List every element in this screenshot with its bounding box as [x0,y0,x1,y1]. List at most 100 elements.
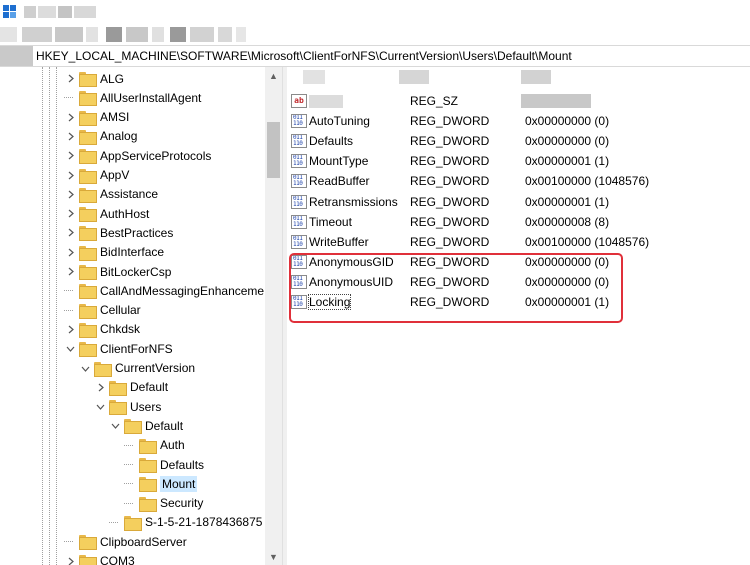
value-name: Defaults [309,134,354,149]
tree-item[interactable]: Default [109,416,183,435]
value-row[interactable]: 011 110 Locking REG_DWORD 0x00000001 (1) [287,292,750,312]
value-row[interactable]: 011 110 AutoTuning REG_DWORD 0x00000000 (0) [287,111,750,131]
tree-item[interactable]: Chkdsk [64,320,140,339]
tree-item[interactable]: AppV [64,166,129,185]
blurred-menu-item[interactable] [190,27,214,42]
blurred-menu-item[interactable] [106,27,122,42]
blurred-menu-item[interactable] [86,27,98,42]
chevron-right-icon[interactable] [94,381,106,393]
tree-item-label: CallAndMessagingEnhanceme [100,283,265,298]
value-row[interactable]: 011 110 Timeout REG_DWORD 0x00000008 (8) [287,212,750,232]
tree-item[interactable]: Security [124,494,203,513]
values-list[interactable]: ab REG_SZ 011 110 AutoTuning REG_DWORD 0x00000… [287,67,750,565]
value-row[interactable]: 011 110 WriteBuffer REG_DWORD 0x00100000 (10… [287,232,750,252]
value-type: REG_DWORD [410,114,490,129]
tree-item[interactable]: Mount [124,474,198,493]
tree-item-label: BitLockerCsp [100,264,172,279]
tree-connector [124,439,136,451]
tree-item[interactable]: CurrentVersion [79,359,195,378]
tree-item[interactable]: Cellular [64,301,141,320]
value-row[interactable]: 011 110 Defaults REG_DWORD 0x00000000 (0) [287,131,750,151]
tree-item[interactable]: AMSI [64,108,129,127]
value-row[interactable]: 011 110 AnonymousUID REG_DWORD 0x00000000 (0… [287,272,750,292]
chevron-right-icon[interactable] [64,111,76,123]
blurred-menu-item[interactable] [0,27,17,42]
blurred-menu-item[interactable] [22,27,52,42]
column-header-name[interactable] [303,70,325,84]
address-bar[interactable]: HKEY_LOCAL_MACHINE\SOFTWARE\Microsoft\Cl… [0,45,750,67]
tree-item[interactable]: ALG [64,69,124,88]
menu-bar[interactable] [0,24,750,45]
chevron-right-icon[interactable] [64,188,76,200]
chevron-right-icon[interactable] [64,266,76,278]
scrollbar-thumb[interactable] [267,122,280,178]
value-row[interactable]: 011 110 AnonymousGID REG_DWORD 0x00000000 (0… [287,252,750,272]
tree-item[interactable]: ClientForNFS [64,339,173,358]
value-type: REG_SZ [410,94,459,108]
blurred-menu-item[interactable] [218,27,232,42]
tree-item[interactable]: ClipboardServer [64,532,187,551]
tree-scrollbar[interactable]: ▲ ▼ [265,67,282,565]
chevron-down-icon[interactable] [94,401,106,413]
column-header-data[interactable] [521,70,551,84]
ab-string-icon: ab [291,94,307,108]
value-name: MountType [309,154,369,169]
blurred-menu-item[interactable] [170,27,186,42]
value-type: REG_DWORD [410,134,490,149]
registry-tree[interactable]: ALG AllUserInstallAgent AMSI Analog AppServi… [0,67,282,565]
tree-item[interactable]: Default [94,378,168,397]
blurred-menu-item[interactable] [126,27,148,42]
chevron-right-icon[interactable] [64,73,76,85]
blurred-menu-item[interactable] [152,27,164,42]
tree-item[interactable]: COM3 [64,552,135,565]
scroll-up-icon[interactable]: ▲ [265,67,282,84]
column-header[interactable] [287,67,750,87]
blurred-menu-item[interactable] [236,27,246,42]
chevron-right-icon[interactable] [64,555,76,565]
chevron-right-icon[interactable] [64,246,76,258]
tree-item[interactable]: BestPractices [64,223,173,242]
dword-value-icon: 011 110 [291,194,307,209]
chevron-right-icon[interactable] [64,169,76,181]
chevron-right-icon[interactable] [64,323,76,335]
tree-item[interactable]: Defaults [124,455,204,474]
value-row[interactable]: ab REG_SZ [287,91,750,111]
tree-item[interactable]: BitLockerCsp [64,262,171,281]
tree-item[interactable]: AuthHost [64,204,149,223]
blurred-value-data [521,94,591,108]
folder-icon [124,515,142,531]
value-row[interactable]: 011 110 ReadBuffer REG_DWORD 0x00100000 (104… [287,171,750,191]
chevron-down-icon[interactable] [109,420,121,432]
tree-item[interactable]: AppServiceProtocols [64,146,211,165]
tree-item[interactable]: AllUserInstallAgent [64,88,201,107]
tree-item-label: AMSI [100,110,130,125]
value-row[interactable]: 011 110 Retransmissions REG_DWORD 0x00000001… [287,192,750,212]
tree-item[interactable]: BidInterface [64,243,164,262]
tree-connector [64,285,76,297]
blurred-menu-item[interactable] [55,27,83,42]
chevron-right-icon[interactable] [64,208,76,220]
chevron-down-icon[interactable] [64,343,76,355]
tree-connector [64,92,76,104]
tree-item[interactable]: Analog [64,127,137,146]
chevron-right-icon[interactable] [64,150,76,162]
tree-item[interactable]: CallAndMessagingEnhanceme [64,281,264,300]
folder-icon [139,496,157,512]
folder-icon [79,322,97,338]
tree-item[interactable]: Assistance [64,185,158,204]
tree-item-label: Mount [160,475,198,492]
scroll-down-icon[interactable]: ▼ [265,548,282,565]
dword-value-icon: 011 110 [291,214,307,229]
value-data: 0x00000001 (1) [525,194,610,209]
tree-item[interactable]: S-1-5-21-1878436875 [109,513,262,532]
column-header-type[interactable] [399,70,429,84]
value-type: REG_DWORD [410,194,490,209]
tree-item[interactable]: Auth [124,436,185,455]
address-path[interactable]: HKEY_LOCAL_MACHINE\SOFTWARE\Microsoft\Cl… [36,49,572,63]
tree-item-label: Auth [160,438,185,453]
chevron-down-icon[interactable] [79,362,91,374]
tree-item[interactable]: Users [94,397,161,416]
chevron-right-icon[interactable] [64,227,76,239]
chevron-right-icon[interactable] [64,130,76,142]
value-row[interactable]: 011 110 MountType REG_DWORD 0x00000001 (1) [287,151,750,171]
